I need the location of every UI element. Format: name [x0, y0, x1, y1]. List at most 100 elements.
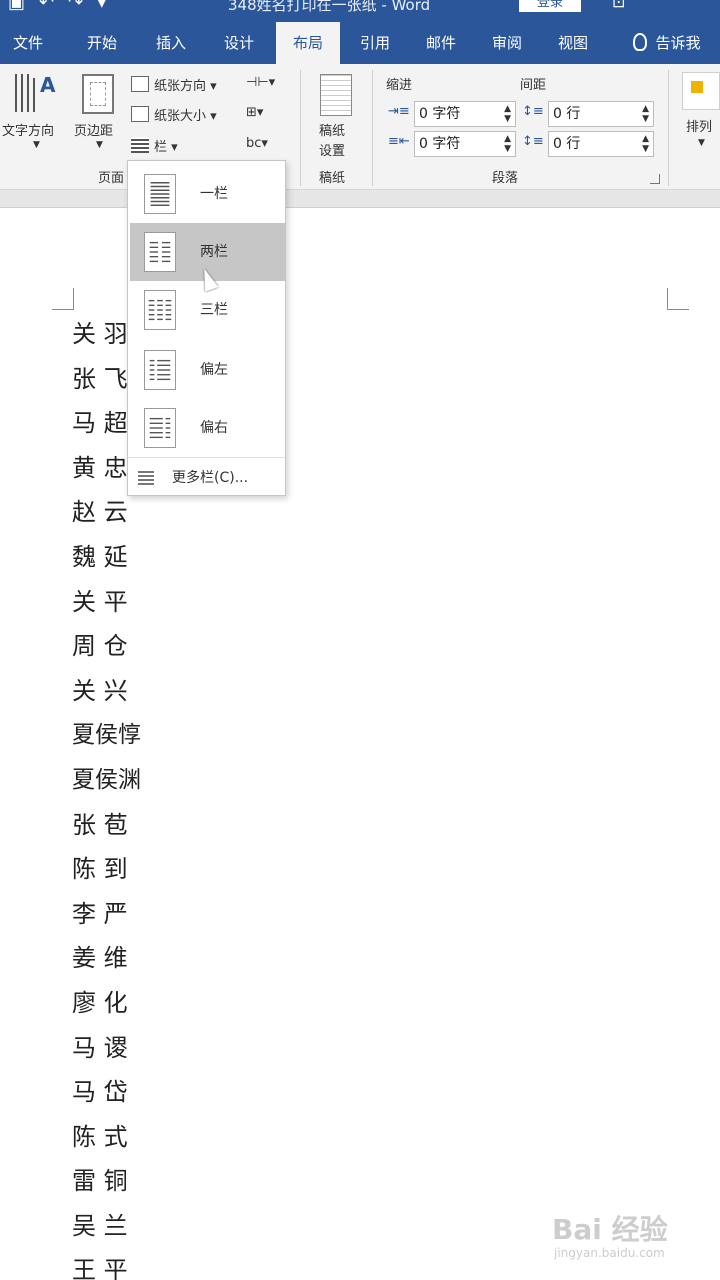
paragraph-group-label: 段落 [492, 171, 519, 186]
orientation-button[interactable]: 纸张方向 ▾ [154, 75, 217, 94]
page-corner-mark [52, 288, 74, 310]
columns-icon [131, 137, 149, 153]
name-line: 马 岱 [72, 1078, 128, 1107]
tab-layout[interactable]: 布局 [276, 22, 340, 64]
manuscript-setup-line2[interactable]: 设置 [319, 140, 345, 159]
spinner-arrows-icon[interactable]: ▲ ▼ [642, 134, 649, 154]
name-line: 陈 式 [72, 1122, 128, 1151]
menu-item-label: 一栏 [200, 186, 228, 202]
two-columns-icon [144, 232, 176, 272]
indent-right-input[interactable]: 0 字符 ▲ ▼ [414, 131, 516, 157]
three-columns-icon [144, 290, 176, 330]
tab-references[interactable]: 引用 [344, 22, 406, 64]
tab-file[interactable]: 文件 [0, 22, 56, 64]
svg-text:A: A [40, 73, 56, 97]
name-line: 周 仓 [72, 632, 128, 661]
save-icon[interactable]: ▣ [8, 0, 39, 13]
tab-home[interactable]: 开始 [70, 22, 134, 64]
spacing-header: 间距 [520, 78, 547, 93]
chevron-down-icon: ▼ [96, 140, 103, 150]
page-setup-group-label: 页面 [98, 171, 125, 186]
menu-item-one-column[interactable]: 一栏 [130, 165, 285, 223]
name-line: 陈 到 [72, 855, 128, 884]
menu-item-label: 偏左 [200, 362, 228, 378]
name-line: 廖 化 [72, 988, 128, 1017]
size-button[interactable]: 纸张大小 ▾ [154, 105, 217, 124]
tab-mailings[interactable]: 邮件 [410, 22, 472, 64]
size-icon [131, 106, 149, 122]
spinner-arrows-icon[interactable]: ▲ ▼ [504, 134, 511, 154]
menu-item-more-columns[interactable]: 更多栏(C)... [130, 461, 285, 495]
columns-button[interactable]: 栏 ▾ [154, 136, 178, 155]
group-separator [372, 70, 373, 186]
ribbon-tabs: 文件 开始 插入 设计 布局 引用 邮件 审阅 视图 告诉我 [0, 22, 720, 64]
indent-left-value: 0 字符 [419, 106, 461, 122]
undo-icon[interactable]: ↶ [39, 0, 68, 13]
size-label: 纸张大小 [154, 109, 207, 124]
menu-divider [128, 457, 285, 458]
ribbon-display-icon[interactable]: ⊡ [612, 0, 625, 11]
chevron-down-icon: ▼ [698, 138, 705, 148]
document-title: 348姓名打印在一张纸 - Word [228, 0, 431, 14]
name-line: 夏侯惇 [72, 722, 141, 749]
name-line: 关 平 [72, 587, 128, 616]
spinner-arrows-icon[interactable]: ▲ ▼ [504, 104, 511, 124]
indent-right-value: 0 字符 [419, 136, 461, 152]
group-separator [668, 70, 669, 186]
left-column-icon [144, 350, 176, 390]
text-direction-button[interactable]: 文字方向 [2, 120, 54, 139]
spacing-before-input[interactable]: 0 行 ▲ ▼ [548, 101, 654, 127]
more-columns-icon [138, 471, 154, 485]
right-column-icon [144, 408, 176, 448]
margins-button[interactable]: 页边距 [74, 120, 113, 139]
name-line: 张 苞 [72, 810, 128, 839]
customize-icon[interactable]: ▾ [97, 0, 120, 13]
spacing-before-value: 0 行 [553, 106, 581, 122]
quick-access-toolbar[interactable]: ▣↶↷▾ [8, 0, 120, 13]
tab-design[interactable]: 设计 [208, 22, 270, 64]
orientation-icon [131, 76, 149, 92]
name-line: 吴 兰 [72, 1211, 128, 1240]
name-line: 马 谡 [72, 1033, 128, 1062]
indent-left-icon: ⇥≡ [388, 104, 410, 119]
tab-tell-me[interactable]: 告诉我 [614, 22, 720, 64]
tab-view[interactable]: 视图 [542, 22, 604, 64]
text-direction-icon: A [15, 73, 56, 112]
paragraph-dialog-launcher-icon[interactable] [650, 174, 660, 184]
menu-item-left[interactable]: 偏左 [130, 341, 285, 399]
indent-header: 缩进 [386, 78, 413, 93]
name-line: 雷 铜 [72, 1167, 128, 1196]
ruler-strip [0, 190, 720, 208]
watermark-logo: Bai 经验 [552, 1213, 668, 1246]
name-line: 夏侯渊 [72, 766, 141, 793]
menu-item-right[interactable]: 偏右 [130, 399, 285, 457]
line-numbers-button[interactable]: ⊞▾ [246, 105, 263, 120]
breaks-button[interactable]: ⊣⊢▾ [246, 75, 275, 90]
title-bar: ▣↶↷▾ 348姓名打印在一张纸 - Word 登录 ⊡ [0, 0, 720, 22]
watermark: Bai 经验 jingyan.baidu.com [552, 1208, 712, 1268]
name-line: 姜 维 [72, 944, 128, 973]
arrange-button[interactable]: 排列 [686, 116, 712, 135]
one-column-icon [144, 174, 176, 214]
orientation-label: 纸张方向 [154, 79, 207, 94]
group-separator [300, 70, 301, 186]
redo-icon[interactable]: ↷ [68, 0, 97, 13]
spinner-arrows-icon[interactable]: ▲ ▼ [642, 104, 649, 124]
chevron-down-icon: ▼ [33, 140, 40, 150]
tab-insert[interactable]: 插入 [140, 22, 202, 64]
tab-review[interactable]: 审阅 [476, 22, 538, 64]
indent-right-icon: ≡⇤ [388, 134, 410, 149]
columns-dropdown-menu: 一栏 两栏 三栏 偏左 偏右 更多栏(C)... [127, 160, 286, 496]
indent-left-input[interactable]: 0 字符 ▲ ▼ [414, 101, 516, 127]
menu-item-label: 更多栏(C)... [172, 470, 249, 486]
hyphenation-button[interactable]: bc▾ [246, 136, 268, 151]
margins-icon [82, 74, 114, 114]
login-button[interactable]: 登录 [519, 0, 581, 12]
manuscript-setup-line1[interactable]: 稿纸 [319, 120, 345, 139]
lightbulb-icon [633, 33, 648, 51]
columns-label: 栏 [154, 140, 168, 155]
spacing-after-input[interactable]: 0 行 ▲ ▼ [548, 131, 654, 157]
spacing-after-value: 0 行 [553, 136, 581, 152]
tell-me-label: 告诉我 [655, 34, 701, 52]
name-line: 赵 云 [72, 498, 128, 527]
